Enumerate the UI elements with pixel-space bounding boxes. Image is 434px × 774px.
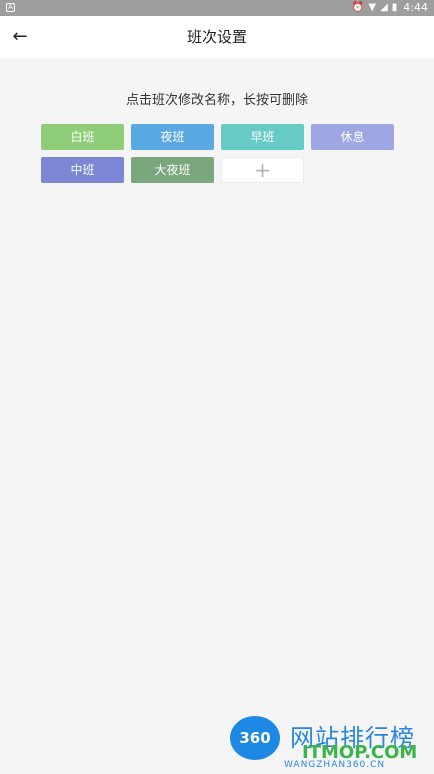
back-arrow-icon[interactable]: ← [6,23,34,51]
add-shift-button[interactable]: + [221,157,304,183]
instruction-text: 点击班次修改名称，长按可删除 [125,93,308,108]
shift-chip[interactable]: 中班 [41,157,124,183]
status-time: 4:44 [403,1,428,14]
status-icons: ⏰ ▼ ◢ ▮ 4:44 [352,1,428,15]
shift-chip[interactable]: 白班 [41,124,124,150]
notification-icon: A [6,3,15,12]
watermark-url-text: WANGZHAN360.CN [284,760,386,770]
watermark-logo: 360 [230,716,280,760]
page-title: 班次设置 [186,28,247,46]
signal-icon: ◢ [380,2,388,13]
app-bar: 班次设置 ← [0,16,434,58]
shift-chip[interactable]: 大夜班 [131,157,214,183]
watermark: 360 网站排行榜 ITMOP.COM WANGZHAN360.CN [224,714,434,770]
shift-chip[interactable]: 休息 [311,124,394,150]
shift-list: 白班 夜班 早班 休息 中班 大夜班 + [41,124,395,183]
battery-icon: ▮ [391,2,398,13]
alarm-icon: ⏰ [351,2,365,13]
wifi-icon: ▼ [368,2,377,13]
status-bar: A ⏰ ▼ ◢ ▮ 4:44 [0,0,434,16]
shift-chip[interactable]: 夜班 [131,124,214,150]
plus-icon: + [254,158,271,182]
shift-chip[interactable]: 早班 [221,124,304,150]
